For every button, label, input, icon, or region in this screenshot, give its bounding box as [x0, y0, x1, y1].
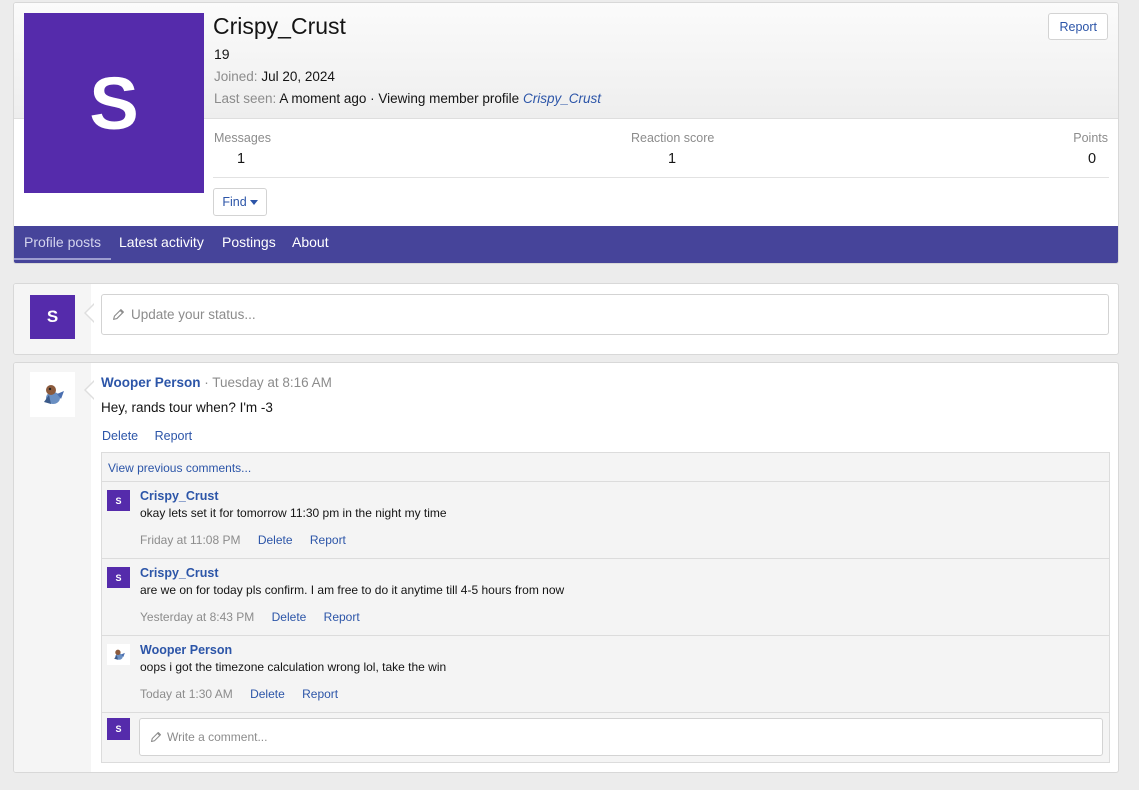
avatar[interactable]: S [24, 13, 204, 193]
comment-input[interactable]: Write a comment... [139, 718, 1103, 756]
comment-report-link[interactable]: Report [324, 610, 360, 624]
wooper-avatar-icon[interactable] [30, 372, 75, 417]
status-update-form: S Update your status... [13, 283, 1119, 355]
status-input[interactable]: Update your status... [101, 294, 1109, 335]
divider [102, 712, 1109, 713]
find-menu-button[interactable]: Find [213, 188, 267, 216]
post-message: Hey, rands tour when? I'm -3 [101, 400, 273, 415]
post-time[interactable]: · Tuesday at 8:16 AM [204, 375, 332, 390]
divider [213, 177, 1109, 178]
post-report-link[interactable]: Report [155, 429, 193, 443]
stat-reaction-value: 1 [668, 151, 677, 167]
comment-delete-link[interactable]: Delete [272, 610, 307, 624]
wooper-avatar-icon[interactable] [107, 644, 130, 665]
comment-time[interactable]: Today at 1:30 AM [140, 687, 233, 701]
joined-info: Joined: Jul 20, 2024 [214, 69, 335, 84]
avatar[interactable]: S [107, 718, 130, 740]
comment-text: okay lets set it for tomorrow 11:30 pm i… [140, 506, 447, 520]
pointer-arrow [84, 380, 95, 400]
pencil-icon [112, 308, 125, 321]
post-actions: Delete Report [102, 429, 205, 443]
comment-meta: Today at 1:30 AM Delete Report [140, 687, 338, 701]
pencil-icon [150, 731, 162, 743]
tab-profile-posts[interactable]: Profile posts [14, 226, 112, 260]
comment-item: S Crispy_Crust are we on for today pls c… [102, 559, 1109, 636]
user-title: 19 [214, 46, 230, 62]
comments-section: View previous comments... S Crispy_Crust… [101, 452, 1110, 763]
joined-label: Joined: [214, 69, 258, 84]
joined-date: Jul 20, 2024 [261, 69, 335, 84]
stat-points-label: Points [1073, 131, 1108, 145]
comment-item: S Crispy_Crust okay lets set it for tomo… [102, 482, 1109, 559]
avatar-gutter [14, 363, 91, 772]
comment-delete-link[interactable]: Delete [258, 533, 293, 547]
caret-down-icon [249, 199, 258, 205]
page-title: Crispy_Crust [213, 13, 346, 39]
last-seen-info: Last seen: A moment ago · Viewing member… [214, 91, 601, 106]
comment-time[interactable]: Yesterday at 8:43 PM [140, 610, 254, 624]
post-header: Wooper Person · Tuesday at 8:16 AM [101, 375, 332, 390]
post-delete-link[interactable]: Delete [102, 429, 138, 443]
comment-text: oops i got the timezone calculation wron… [140, 660, 447, 674]
comment-author-link[interactable]: Crispy_Crust [140, 489, 219, 503]
view-previous-comments-link[interactable]: View previous comments... [108, 461, 251, 475]
member-header: S Crispy_Crust 19 Joined: Jul 20, 2024 L… [13, 2, 1119, 264]
comment-meta: Friday at 11:08 PM Delete Report [140, 533, 346, 547]
stat-messages-label: Messages [214, 131, 271, 145]
post-author-link[interactable]: Wooper Person [101, 375, 201, 390]
last-seen-value: A moment ago · Viewing member profile [279, 91, 520, 106]
tab-latest-activity[interactable]: Latest activity [109, 226, 214, 263]
profile-tabs: Profile posts Latest activity Postings A… [14, 226, 1118, 263]
profile-post: Wooper Person · Tuesday at 8:16 AM Hey, … [13, 362, 1119, 773]
comment-placeholder: Write a comment... [167, 730, 268, 744]
comment-author-link[interactable]: Wooper Person [140, 643, 232, 657]
stat-points-value: 0 [1088, 151, 1097, 167]
comment-report-link[interactable]: Report [310, 533, 346, 547]
comment-report-link[interactable]: Report [302, 687, 338, 701]
pointer-arrow [84, 303, 95, 323]
avatar[interactable]: S [107, 567, 130, 588]
stat-reaction-label: Reaction score [631, 131, 715, 145]
last-seen-profile-link[interactable]: Crispy_Crust [523, 91, 601, 106]
comment-text: are we on for today pls confirm. I am fr… [140, 583, 565, 597]
avatar[interactable]: S [107, 490, 130, 511]
tab-postings[interactable]: Postings [212, 226, 286, 263]
report-button[interactable]: Report [1048, 13, 1108, 40]
comment-item: Wooper Person oops i got the timezone ca… [102, 636, 1109, 713]
find-label: Find [222, 195, 247, 209]
stat-messages-value[interactable]: 1 [237, 151, 245, 167]
avatar[interactable]: S [30, 295, 75, 339]
status-placeholder: Update your status... [131, 307, 256, 322]
tab-about[interactable]: About [282, 226, 339, 263]
comment-delete-link[interactable]: Delete [250, 687, 285, 701]
comment-time[interactable]: Friday at 11:08 PM [140, 533, 241, 547]
comment-meta: Yesterday at 8:43 PM Delete Report [140, 610, 360, 624]
last-seen-label: Last seen: [214, 91, 277, 106]
comment-author-link[interactable]: Crispy_Crust [140, 566, 219, 580]
